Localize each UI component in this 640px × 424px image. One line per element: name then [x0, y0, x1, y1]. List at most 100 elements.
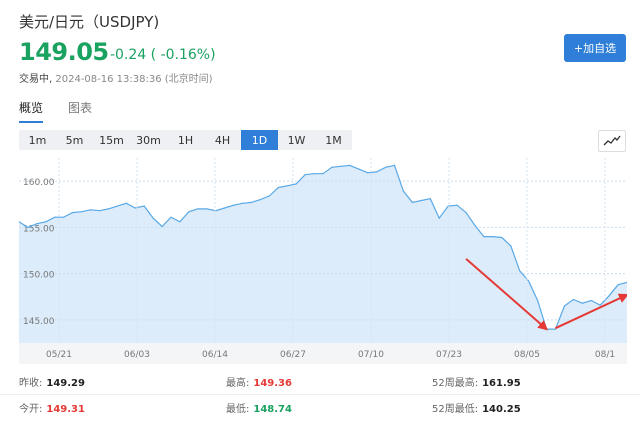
timezone-label: (北京时间): [164, 74, 213, 85]
timestamp: 2024-08-16 13:38:36: [55, 74, 162, 85]
data-point: [134, 207, 136, 209]
data-point: [608, 295, 610, 297]
data-point: [322, 173, 324, 175]
data-point: [241, 202, 244, 204]
price-change: -0.24 ( -0.16%): [110, 47, 216, 63]
data-point: [188, 211, 190, 213]
data-point: [54, 216, 56, 218]
day-high-value: 149.36: [253, 378, 292, 389]
x-tick-label: 06/14: [202, 350, 228, 360]
data-point: [250, 201, 253, 203]
52wk-low-value: 140.25: [482, 404, 521, 415]
tab-overview[interactable]: 概览: [19, 99, 43, 116]
data-point: [358, 168, 360, 170]
52wk-high-value: 161.95: [482, 378, 521, 389]
range-button-1d[interactable]: 1D: [241, 130, 278, 150]
data-point: [152, 217, 154, 219]
data-point: [438, 217, 440, 219]
data-point: [385, 166, 387, 168]
y-tick-label: 155.00: [23, 224, 55, 234]
52wk-low-label: 52周最低:: [432, 404, 479, 415]
x-tick-label: 08/1: [595, 350, 615, 360]
pair-title: 美元/日元（USDJPY): [19, 13, 160, 31]
data-point: [27, 226, 29, 228]
chart-type-button[interactable]: [598, 130, 626, 152]
range-button-30m[interactable]: 30m: [130, 130, 167, 150]
data-point: [429, 198, 431, 200]
data-point: [143, 205, 145, 207]
data-point: [537, 299, 539, 302]
data-point: [393, 164, 396, 166]
range-button-1m[interactable]: 1m: [19, 130, 56, 150]
data-point: [528, 280, 530, 282]
data-point: [331, 166, 333, 168]
data-point: [483, 236, 485, 238]
data-point: [581, 302, 583, 304]
data-point: [456, 204, 458, 206]
data-point: [63, 216, 65, 218]
data-point: [313, 173, 315, 175]
data-point: [45, 221, 47, 223]
prev-close-value: 149.29: [46, 378, 85, 389]
data-point: [206, 208, 208, 210]
data-point: [474, 224, 476, 227]
data-point: [402, 190, 405, 192]
day-high-label: 最高:: [226, 378, 250, 389]
day-low: 最低: 148.74: [226, 400, 292, 415]
y-tick-label: 160.00: [23, 178, 55, 188]
prev-close: 昨收: 149.29: [19, 374, 85, 389]
add-watchlist-button[interactable]: +加自选: [564, 34, 626, 62]
data-point: [519, 270, 521, 272]
data-point: [116, 205, 118, 207]
data-point: [89, 209, 92, 211]
x-tick-label: 06/27: [280, 350, 306, 360]
data-point: [340, 165, 342, 167]
prev-close-label: 昨收:: [19, 378, 43, 389]
current-price: 149.05: [19, 38, 109, 66]
range-button-4h[interactable]: 4H: [204, 130, 241, 150]
open: 今开: 149.31: [19, 400, 85, 415]
trading-status: 交易中, 2024-08-16 13:38:36 (北京时间): [19, 70, 213, 85]
day-low-label: 最低:: [226, 404, 250, 415]
data-point: [510, 245, 512, 247]
open-value: 149.31: [46, 404, 85, 415]
stats-row: 今开: 149.31 最低: 148.74 52周最低: 140.25: [0, 394, 640, 420]
data-point: [286, 185, 288, 187]
data-point: [492, 236, 494, 238]
range-button-1w[interactable]: 1W: [278, 130, 315, 150]
y-tick-label: 145.00: [23, 317, 55, 327]
data-point: [36, 223, 38, 225]
data-point: [98, 210, 101, 212]
data-point: [233, 204, 235, 206]
data-point: [259, 199, 261, 201]
range-button-15m[interactable]: 15m: [93, 130, 130, 150]
status-label: 交易中,: [19, 74, 53, 85]
day-low-value: 148.74: [253, 404, 292, 415]
52wk-high: 52周最高: 161.95: [432, 374, 521, 389]
data-point: [295, 183, 297, 185]
range-button-5m[interactable]: 5m: [56, 130, 93, 150]
data-point: [277, 187, 279, 189]
data-point: [224, 207, 226, 209]
data-point: [411, 201, 413, 203]
y-tick-label: 150.00: [23, 271, 55, 281]
data-point: [563, 305, 566, 307]
52wk-high-label: 52周最高:: [432, 378, 479, 389]
data-point: [268, 195, 270, 197]
data-point: [81, 211, 83, 213]
data-point: [197, 208, 199, 210]
range-button-1m[interactable]: 1M: [315, 130, 352, 150]
data-point: [572, 298, 575, 301]
price-chart[interactable]: 160.00 155.00 150.00 145.00 05/21 06/03 06/14 0…: [19, 158, 627, 364]
52wk-low: 52周最低: 140.25: [432, 400, 521, 415]
data-point: [599, 304, 601, 306]
data-point: [420, 199, 422, 202]
range-button-1h[interactable]: 1H: [167, 130, 204, 150]
x-tick-label: 08/05: [514, 350, 540, 360]
day-high: 最高: 149.36: [226, 374, 292, 389]
data-point: [170, 216, 172, 218]
tab-chart[interactable]: 图表: [68, 99, 92, 116]
data-point: [304, 174, 306, 176]
data-point: [107, 208, 109, 210]
data-point: [161, 225, 163, 228]
